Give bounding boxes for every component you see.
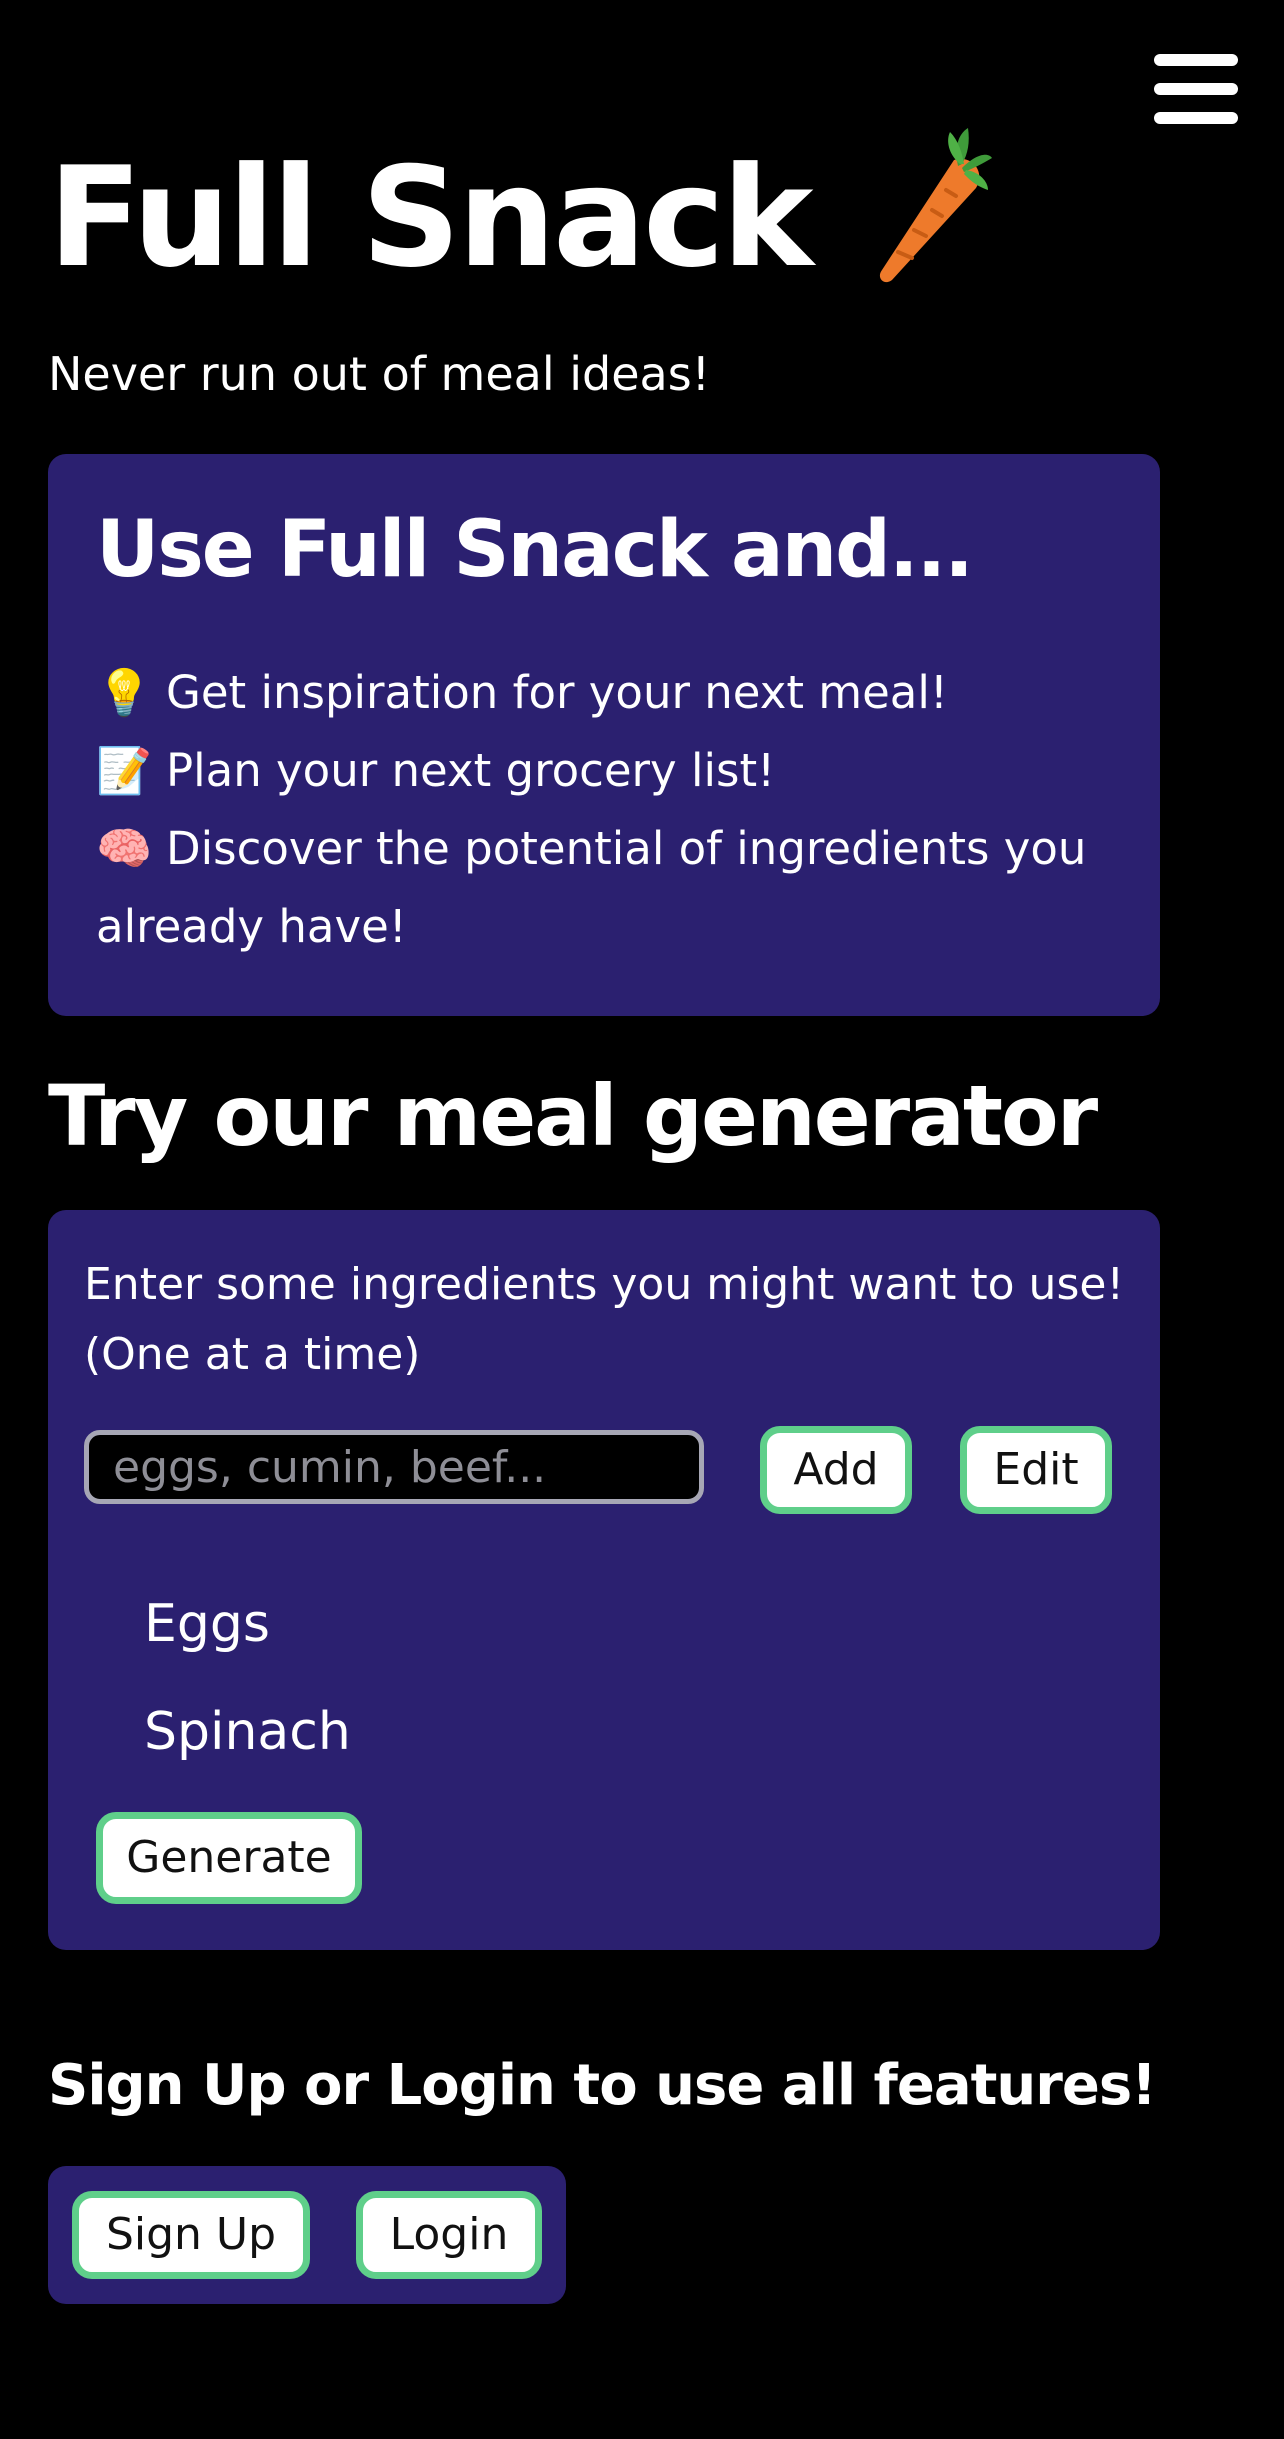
menu-bar — [1154, 112, 1238, 124]
edit-button[interactable]: Edit — [960, 1426, 1112, 1514]
generator-panel: Enter some ingredients you might want to… — [48, 1210, 1160, 1950]
feature-text: Get inspiration for your next meal! — [166, 666, 948, 719]
ingredient-input[interactable] — [84, 1430, 704, 1504]
features-heading: Use Full Snack and... — [96, 505, 974, 595]
feature-text: Discover the potential of ingredients yo… — [96, 822, 1087, 953]
generate-button[interactable]: Generate — [96, 1812, 362, 1904]
generator-instructions: Enter some ingredients you might want to… — [84, 1259, 1125, 1380]
list-item: Eggs — [144, 1594, 270, 1654]
ingredient-list: Eggs Spinach — [144, 1570, 351, 1786]
generator-title: Try our meal generator — [48, 1067, 1098, 1165]
feature-item-inspiration: 💡 Get inspiration for your next meal! — [96, 654, 1186, 732]
feature-text: Plan your next grocery list! — [166, 744, 776, 797]
sign-up-button[interactable]: Sign Up — [72, 2191, 310, 2279]
features-list: 💡 Get inspiration for your next meal! 📝 Pl… — [96, 654, 1186, 966]
carrot-icon — [879, 128, 992, 283]
brain-icon: 🧠 — [96, 822, 153, 875]
auth-cta: Sign Up or Login to use all features! — [48, 2053, 1157, 2118]
features-panel: Use Full Snack and... 💡 Get inspiration f… — [48, 454, 1160, 1016]
memo-icon: 📝 — [96, 744, 153, 797]
login-button[interactable]: Login — [356, 2191, 542, 2279]
feature-item-grocery: 📝 Plan your next grocery list! — [96, 732, 1186, 810]
list-item: Spinach — [144, 1702, 351, 1762]
menu-bar — [1154, 54, 1238, 66]
auth-panel: Sign Up Login — [48, 2166, 566, 2304]
page-title: Full Snack — [48, 137, 814, 298]
add-button[interactable]: Add — [760, 1426, 912, 1514]
hamburger-menu-icon[interactable] — [1154, 52, 1238, 126]
menu-bar — [1154, 83, 1238, 95]
lightbulb-icon: 💡 — [96, 666, 153, 719]
tagline: Never run out of meal ideas! — [48, 347, 711, 401]
feature-item-discover: 🧠 Discover the potential of ingredients y… — [96, 810, 1186, 966]
